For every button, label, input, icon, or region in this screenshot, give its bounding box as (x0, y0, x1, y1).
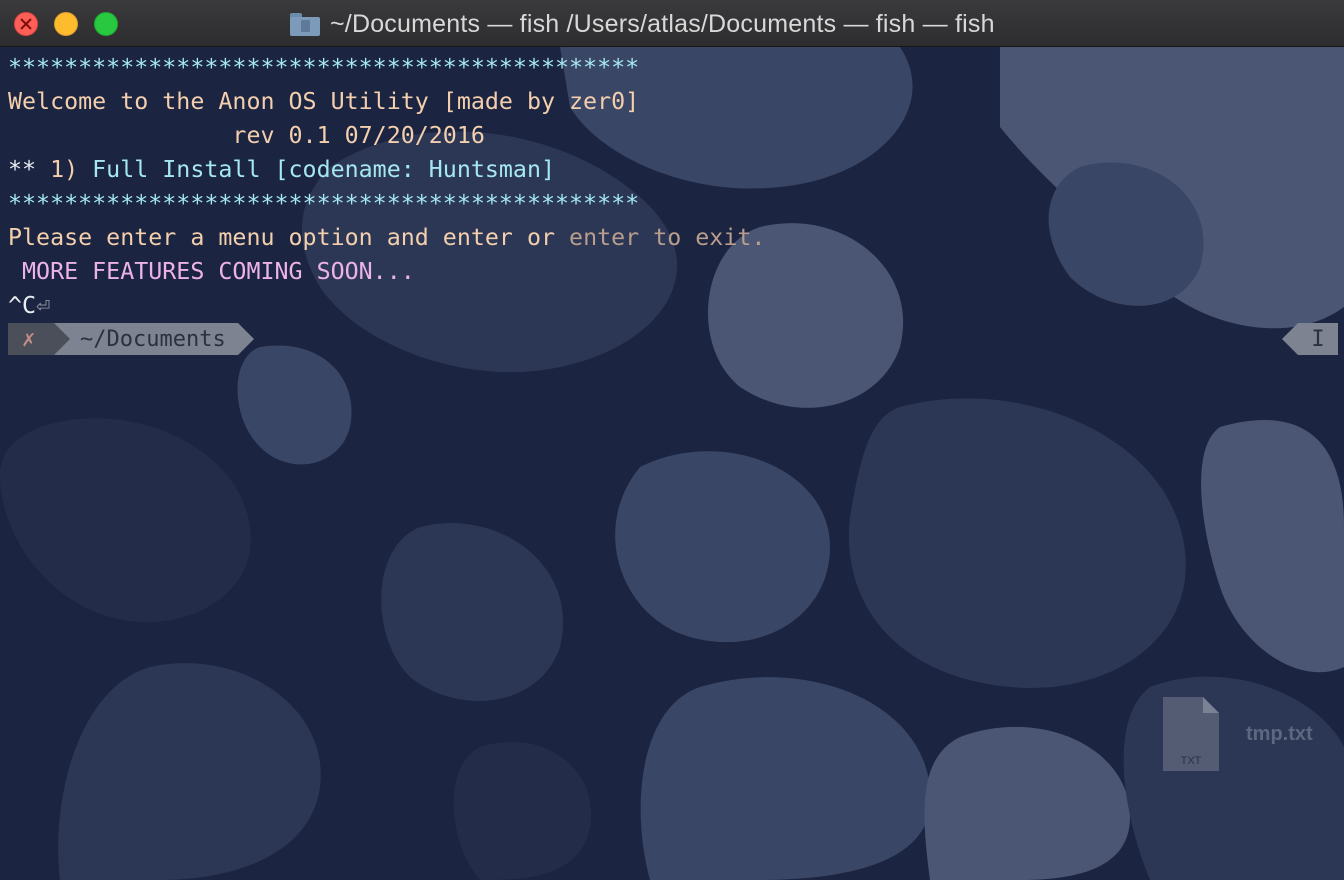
terminal-text-segment: ****************************************… (8, 190, 640, 217)
terminal-line: MORE FEATURES COMING SOON... (8, 255, 765, 289)
window-title: ~/Documents — fish /Users/atlas/Document… (330, 9, 995, 38)
terminal-line: ^C⏎ (8, 289, 765, 323)
minimize-button[interactable] (54, 12, 78, 36)
terminal-text-segment: ** (8, 156, 51, 183)
prompt-path-segment: ~/Documents (54, 323, 254, 355)
terminal-line: ****************************************… (8, 187, 765, 221)
right-prompt-arrow (1282, 323, 1298, 355)
prompt-status-segment: ✗ (8, 323, 70, 355)
terminal-output: ****************************************… (8, 51, 765, 323)
folder-document-icon[interactable] (290, 12, 320, 36)
terminal-line: Welcome to the Anon OS Utility [made by … (8, 85, 765, 119)
terminal-window: ~/Documents — fish /Users/atlas/Document… (0, 0, 1344, 880)
text-cursor-icon: I (1298, 323, 1338, 355)
terminal-text-segment: Full Install [codename: Huntsman] (92, 156, 556, 183)
error-status-icon: ✗ (22, 326, 36, 352)
terminal-line: ** 1) Full Install [codename: Huntsman] (8, 153, 765, 187)
file-type-label: TXT (1180, 755, 1202, 767)
terminal-text-segment: 1) (50, 156, 93, 183)
terminal-text-segment: ⏎ (36, 292, 51, 319)
terminal-text-segment: ^C (8, 292, 37, 319)
terminal-text-segment: rev 0.1 07/20/2016 (8, 122, 485, 149)
terminal-text-segment: Please enter a menu option and enter or (8, 224, 570, 251)
terminal-text-segment: enter to exit. (569, 224, 766, 251)
terminal-line: rev 0.1 07/20/2016 (8, 119, 765, 153)
title-bar[interactable]: ~/Documents — fish /Users/atlas/Document… (0, 0, 1344, 47)
terminal-text-segment: Welcome to the Anon OS Utility [made by … (8, 88, 640, 115)
terminal-text-segment: MORE FEATURES COMING SOON... (8, 258, 415, 285)
close-button[interactable] (14, 12, 38, 36)
zoom-button[interactable] (94, 12, 118, 36)
shell-prompt[interactable]: ✗ ~/Documents (8, 323, 254, 355)
terminal-line: ****************************************… (8, 51, 765, 85)
terminal-line: Please enter a menu option and enter or … (8, 221, 765, 255)
window-title-group: ~/Documents — fish /Users/atlas/Document… (290, 8, 995, 40)
prompt-path: ~/Documents (80, 326, 226, 352)
terminal-content[interactable]: ****************************************… (0, 47, 1344, 880)
file-name[interactable]: tmp.txt (1246, 723, 1313, 746)
terminal-text-segment: ****************************************… (8, 54, 640, 81)
right-prompt: I (1282, 323, 1338, 355)
